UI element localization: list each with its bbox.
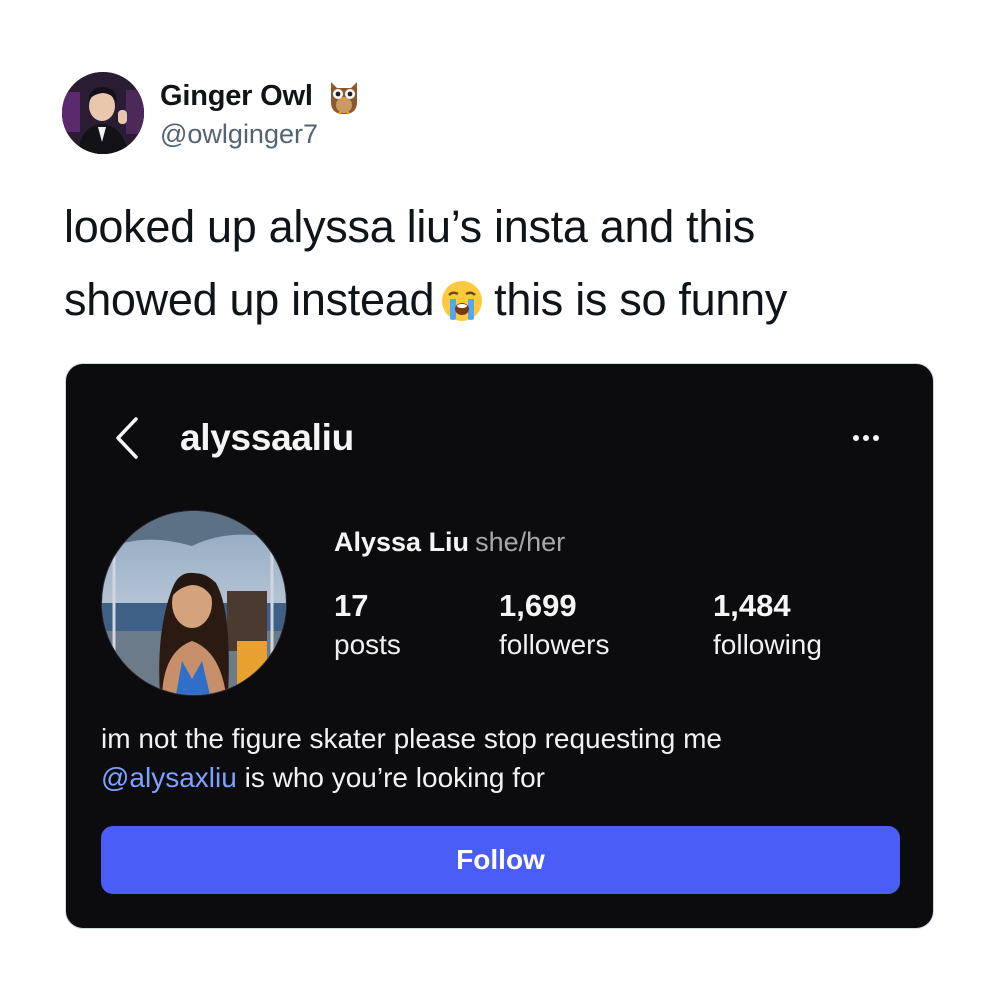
followers-label: followers (499, 629, 610, 660)
author-info: Ginger Owl @owlginger7 (160, 77, 361, 150)
back-chevron-icon[interactable] (114, 416, 140, 460)
tweet-text-line-2-end: this is so funny (494, 274, 788, 325)
profile-pronouns: she/her (475, 527, 566, 557)
followers-stat[interactable]: 1,699 followers (499, 586, 609, 664)
more-options-icon[interactable] (853, 428, 887, 441)
author-handle[interactable]: @owlginger7 (160, 119, 361, 150)
tweet-text: looked up alyssa liu’s insta and this sh… (64, 190, 944, 336)
posts-label: posts (334, 629, 401, 660)
tweet-text-line-2: showed up instead this is so funny (64, 263, 944, 336)
author-avatar[interactable] (62, 72, 144, 154)
bio-line-2: @alysaxliu is who you’re looking for (101, 758, 722, 797)
follow-button[interactable]: Follow (101, 826, 900, 894)
bio-mention-link[interactable]: @alysaxliu (101, 762, 237, 793)
profile-picture[interactable] (101, 510, 287, 696)
tweet-header: Ginger Owl @owlginger7 (62, 72, 361, 154)
bio-line-2-text: is who you’re looking for (236, 762, 545, 793)
author-name-row: Ginger Owl (160, 77, 361, 117)
profile-top-bar: alyssaaliu (114, 416, 354, 460)
posts-stat[interactable]: 17 posts (334, 586, 401, 664)
bio-line-1: im not the figure skater please stop req… (101, 723, 723, 754)
author-name[interactable]: Ginger Owl (160, 80, 313, 113)
instagram-profile-card[interactable]: alyssaaliu Alyssa Liu she/her 17 posts 1… (65, 363, 934, 929)
profile-bio: im not the figure skater please stop req… (101, 719, 722, 797)
profile-username: alyssaaliu (180, 417, 354, 458)
following-label: following (713, 629, 822, 660)
tweet-text-line-1: looked up alyssa liu’s insta and this (64, 201, 755, 252)
following-stat[interactable]: 1,484 following (713, 586, 822, 664)
profile-display-name: Alyssa Liu (334, 527, 470, 557)
loudly-crying-face-icon (440, 271, 484, 321)
posts-count: 17 (334, 588, 369, 623)
following-count: 1,484 (713, 588, 791, 623)
tweet-text-line-2-start: showed up instead (64, 274, 435, 325)
followers-count: 1,699 (499, 588, 577, 623)
owl-icon (327, 78, 361, 116)
display-name-row: Alyssa Liu she/her (334, 527, 565, 558)
